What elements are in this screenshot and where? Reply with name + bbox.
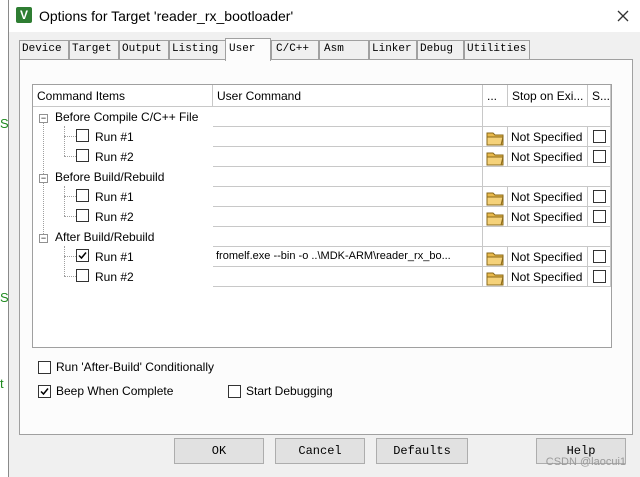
checkmark-icon [78, 252, 87, 260]
group-command-cell [213, 107, 483, 127]
tab-asm[interactable]: Asm [319, 40, 369, 59]
user-command-input[interactable] [213, 267, 483, 287]
watermark: CSDN @laocui1 [545, 456, 626, 468]
defaults-button[interactable]: Defaults [376, 438, 468, 464]
title-bar: V Options for Target 'reader_rx_bootload… [9, 0, 640, 32]
column-header-s[interactable]: S... [588, 85, 611, 107]
user-command-input[interactable] [213, 187, 483, 207]
folder-open-icon[interactable] [486, 210, 504, 226]
run-after-build-option[interactable]: Run 'After-Build' Conditionally [38, 360, 228, 376]
close-icon[interactable] [613, 6, 633, 26]
stop-on-exit-cell[interactable]: Not Specified [508, 247, 588, 267]
tab-c-cpp[interactable]: C/C++ [271, 40, 319, 59]
tab-user[interactable]: User [225, 38, 271, 61]
tab-utilities[interactable]: Utilities [464, 40, 530, 59]
collapse-toggle-icon[interactable]: − [39, 234, 48, 243]
background-editor: S S t [0, 0, 9, 477]
folder-open-icon[interactable] [486, 190, 504, 206]
folder-open-icon[interactable] [486, 270, 504, 286]
tree-connector [64, 126, 65, 156]
run-after-build-label: Run 'After-Build' Conditionally [56, 360, 214, 374]
run-enable-checkbox[interactable] [76, 209, 89, 222]
group-label: After Build/Rebuild [55, 230, 155, 244]
tab-listing[interactable]: Listing [169, 40, 226, 59]
stop-on-exit-cell[interactable]: Not Specified [508, 207, 588, 227]
user-command-input[interactable] [213, 127, 483, 147]
run-label: Run #1 [95, 130, 134, 144]
column-header-browse[interactable]: ... [483, 85, 508, 107]
column-header-command-items[interactable]: Command Items [33, 85, 213, 107]
column-header-user-command[interactable]: User Command [213, 85, 483, 107]
stop-on-exit-cell[interactable]: Not Specified [508, 127, 588, 147]
folder-open-icon[interactable] [486, 250, 504, 266]
start-debugging-label: Start Debugging [246, 384, 333, 398]
group-command-cell [213, 227, 483, 247]
tab-linker[interactable]: Linker [369, 40, 417, 59]
beep-label: Beep When Complete [56, 384, 174, 398]
run-label: Run #1 [95, 190, 134, 204]
stop-on-exit-cell[interactable]: Not Specified [508, 187, 588, 207]
user-command-input[interactable] [213, 147, 483, 167]
beep-checkbox[interactable] [38, 385, 51, 398]
run-label: Run #1 [95, 250, 134, 264]
user-command-input[interactable] [213, 207, 483, 227]
run-label: Run #2 [95, 270, 134, 284]
folder-open-icon[interactable] [486, 130, 504, 146]
checkmark-icon [40, 388, 49, 396]
tree-connector [64, 256, 76, 257]
s-checkbox[interactable] [593, 130, 606, 143]
tree-connector [64, 136, 76, 137]
tab-debug[interactable]: Debug [417, 40, 464, 59]
group-extra-cell [483, 167, 611, 187]
tab-output[interactable]: Output [119, 40, 169, 59]
column-header-stop-on-exit[interactable]: Stop on Exi... [508, 85, 588, 107]
tree-connector [64, 186, 65, 216]
ok-button[interactable]: OK [174, 438, 264, 464]
tree-connector [64, 156, 76, 157]
run-enable-checkbox[interactable] [76, 269, 89, 282]
tab-device[interactable]: Device [19, 40, 69, 59]
user-command-input[interactable]: fromelf.exe --bin -o ..\MDK-ARM\reader_r… [213, 247, 483, 267]
stop-on-exit-cell[interactable]: Not Specified [508, 267, 588, 287]
start-debugging-option[interactable]: Start Debugging [228, 384, 358, 400]
run-enable-checkbox[interactable] [76, 149, 89, 162]
stop-on-exit-cell[interactable]: Not Specified [508, 147, 588, 167]
user-tab-panel: Command Items User Command ... Stop on E… [19, 59, 633, 435]
run-enable-checkbox[interactable] [76, 189, 89, 202]
s-checkbox[interactable] [593, 250, 606, 263]
group-extra-cell [483, 107, 611, 127]
s-checkbox[interactable] [593, 210, 606, 223]
tree-connector [64, 216, 76, 217]
folder-open-icon[interactable] [486, 150, 504, 166]
run-enable-checkbox[interactable] [76, 249, 89, 262]
tab-target[interactable]: Target [69, 40, 119, 59]
group-extra-cell [483, 227, 611, 247]
run-enable-checkbox[interactable] [76, 129, 89, 142]
run-label: Run #2 [95, 210, 134, 224]
group-command-cell [213, 167, 483, 187]
collapse-toggle-icon[interactable]: − [39, 174, 48, 183]
window-title: Options for Target 'reader_rx_bootloader… [39, 8, 294, 24]
tree-connector [64, 196, 76, 197]
collapse-toggle-icon[interactable]: − [39, 114, 48, 123]
tree-connector [64, 276, 76, 277]
beep-option[interactable]: Beep When Complete [38, 384, 188, 400]
group-label: Before Build/Rebuild [55, 170, 165, 184]
tree-connector [64, 246, 65, 276]
run-after-build-checkbox[interactable] [38, 361, 51, 374]
start-debugging-checkbox[interactable] [228, 385, 241, 398]
user-command-grid: Command Items User Command ... Stop on E… [32, 84, 612, 348]
options-dialog: V Options for Target 'reader_rx_bootload… [8, 0, 640, 477]
group-label: Before Compile C/C++ File [55, 110, 199, 124]
cancel-button[interactable]: Cancel [275, 438, 365, 464]
editor-text-fragment: t [0, 376, 4, 391]
s-checkbox[interactable] [593, 150, 606, 163]
s-checkbox[interactable] [593, 190, 606, 203]
s-checkbox[interactable] [593, 270, 606, 283]
run-label: Run #2 [95, 150, 134, 164]
keil-app-icon: V [16, 7, 32, 23]
